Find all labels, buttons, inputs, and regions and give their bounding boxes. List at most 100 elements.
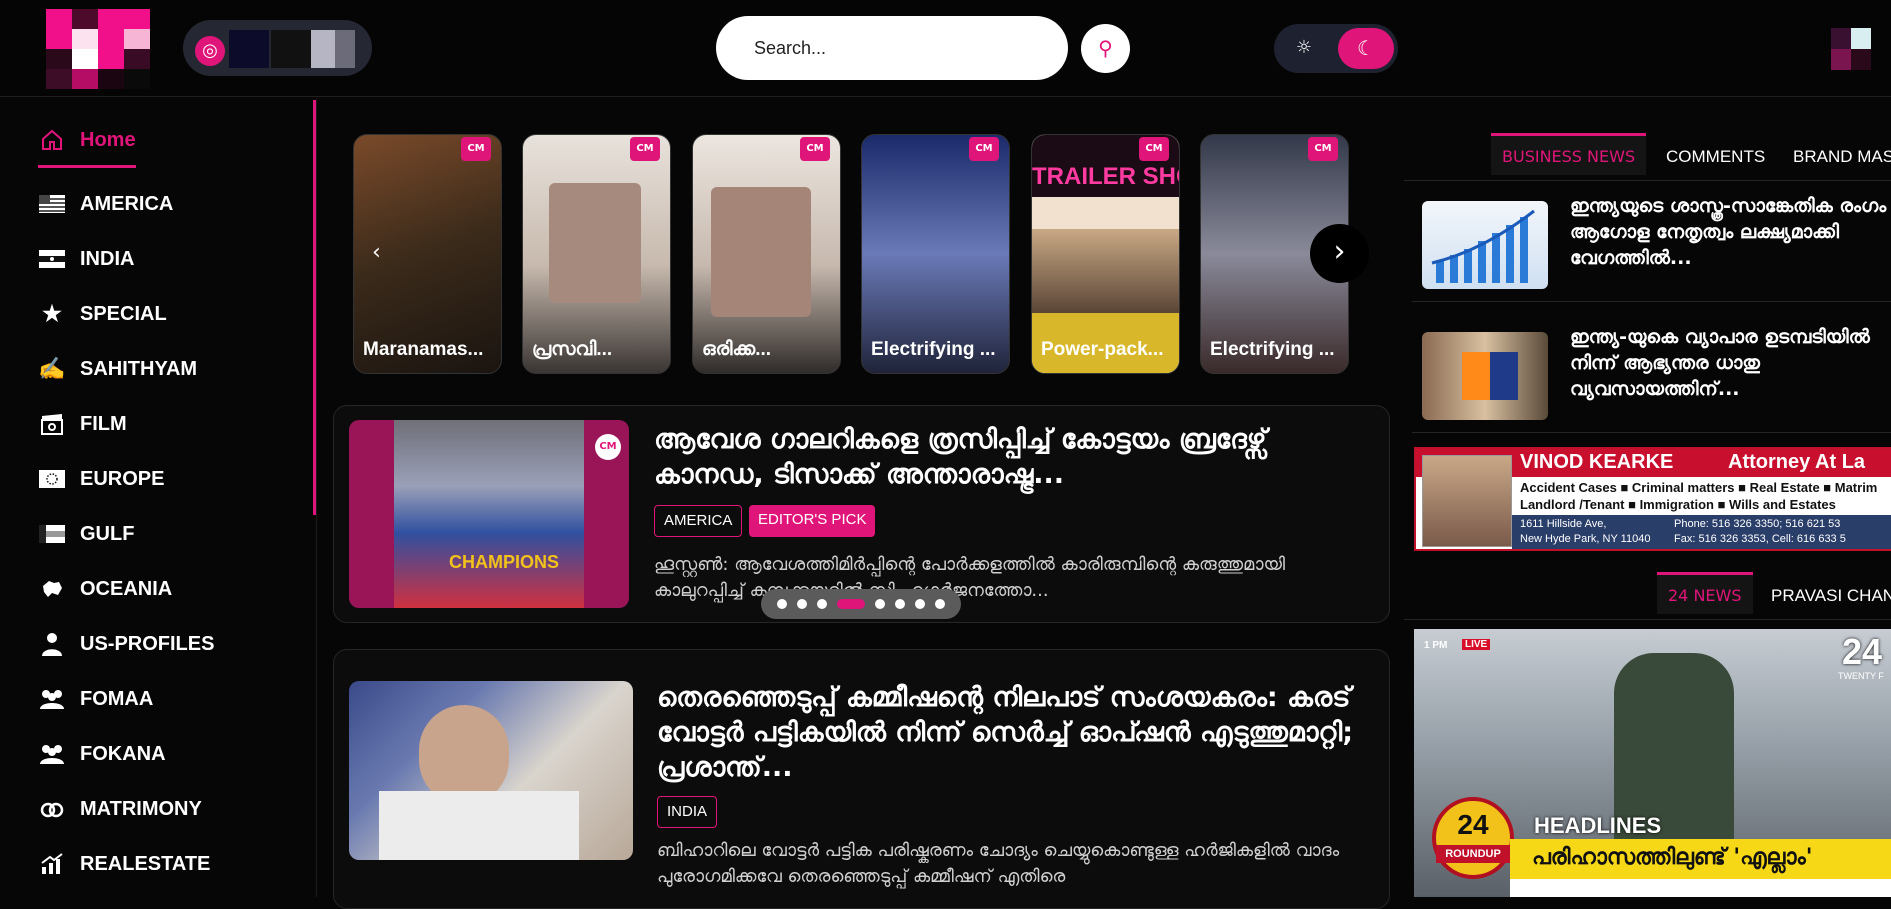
sidebar-item-india[interactable]: INDIA: [38, 244, 134, 274]
story-caption: പ്രസവി...: [532, 339, 613, 360]
cm-badge: CM: [969, 137, 999, 161]
sidebar-item-realestate[interactable]: REALESTATE: [38, 849, 210, 879]
article-thumbnail[interactable]: [349, 681, 633, 860]
sidebar-item-matrimony[interactable]: MATRIMONY: [38, 794, 202, 824]
rings-icon: [38, 796, 66, 822]
sidebar-item-label: SAHITHYAM: [80, 357, 198, 380]
live-video-player[interactable]: 1 PM LIVE 24 TWENTY F 24 ROUNDUP HEADLIN…: [1414, 629, 1891, 897]
roundup-label: ROUNDUP: [1436, 845, 1510, 863]
featured-thumbnail[interactable]: CHAMPIONS CM: [349, 420, 629, 608]
india-flag-icon: [38, 246, 66, 272]
business-item[interactable]: ഇന്ത്യയുടെ ശാസ്ത്ര-സാങ്കേതിക രംഗം ആഗോള ന…: [1412, 189, 1891, 302]
slider-pagination: [761, 589, 961, 619]
sidebar-item-fomaa[interactable]: FOMAA: [38, 684, 153, 714]
slider-dot[interactable]: [777, 599, 787, 609]
sidebar-item-label: EUROPE: [80, 467, 165, 490]
chart-growth-icon: [38, 851, 66, 877]
sidebar-item-home[interactable]: Home: [38, 125, 136, 155]
ad-address-line: New Hyde Park, NY 11040: [1520, 533, 1651, 545]
theme-toggle[interactable]: ☼ ☾: [1274, 24, 1398, 73]
search-input[interactable]: [716, 16, 1068, 80]
sidebar-item-america[interactable]: AMERICA: [38, 189, 173, 219]
tag-india[interactable]: INDIA: [657, 796, 718, 828]
slider-dot[interactable]: [895, 599, 905, 609]
search-button[interactable]: ⚲: [1081, 24, 1130, 73]
group-icon: [38, 741, 66, 767]
writing-icon: ✍: [38, 356, 66, 381]
cm-badge: CM: [595, 434, 621, 460]
sidebar-item-gulf[interactable]: GULF: [38, 519, 134, 549]
blurred-text: [311, 30, 335, 68]
slider-dot[interactable]: [935, 599, 945, 609]
sidebar-item-label: FILM: [80, 412, 127, 435]
story-card[interactable]: CM ഒരിക്ക...: [692, 134, 841, 374]
sidebar-item-film[interactable]: FILM: [38, 409, 127, 439]
sidebar-item-sahithyam[interactable]: ✍ SAHITHYAM: [38, 354, 197, 384]
story-card[interactable]: CM പ്രസവി...: [522, 134, 671, 374]
roundup-badge: 24 ROUNDUP: [1432, 797, 1514, 879]
chevron-right-icon[interactable]: ›: [1310, 224, 1369, 283]
ad-service: Accident Cases: [1520, 480, 1617, 495]
sidebar-border: [316, 98, 317, 897]
sidebar-item-label: FOKANA: [80, 742, 166, 765]
sidebar-item-label: US-PROFILES: [80, 632, 215, 655]
slider-dot-active[interactable]: [837, 599, 865, 609]
tab-comments[interactable]: COMMENTS: [1666, 136, 1765, 178]
slider-dot[interactable]: [915, 599, 925, 609]
article-headline[interactable]: തെരഞ്ഞെടുപ്പ് കമ്മീഷന്റെ നിലപാട് സംശയകരം…: [657, 680, 1357, 785]
tab-business-news[interactable]: BUSINESS NEWS: [1491, 133, 1647, 175]
business-thumbnail: [1422, 201, 1548, 289]
business-item[interactable]: ഇന്ത്യ-യുകെ വ്യാപാര ഉടമ്പടിയിൽ നിന്ന് ആഭ…: [1412, 320, 1891, 433]
site-logo[interactable]: [46, 9, 150, 89]
featured-headline[interactable]: ആവേശ ഗാലറികളെ ത്രസിപ്പിച്ച് കോട്ടയം ബ്രദ…: [654, 422, 1334, 492]
tag-editors-pick[interactable]: EDITOR'S PICK: [749, 505, 876, 537]
moon-icon[interactable]: ☾: [1338, 28, 1394, 69]
channel-subtitle: TWENTY F: [1838, 671, 1884, 681]
roundup-number: 24: [1457, 809, 1489, 840]
tabs-divider: [1404, 180, 1891, 181]
ad-name: VINOD KEARKE: [1520, 451, 1674, 473]
blurred-text: [229, 30, 269, 68]
story-card[interactable]: TRAILER SHOW CM Power-pack...: [1031, 134, 1180, 374]
chevron-left-icon[interactable]: ‹: [372, 240, 381, 265]
sidebar-item-label: INDIA: [80, 247, 135, 270]
ticker-text: പരിഹാസത്തിലുണ്ട് 'എല്ലാം': [1532, 845, 1813, 870]
person-photo: [419, 705, 509, 805]
slider-dot[interactable]: [797, 599, 807, 609]
tab-pravasi-chan[interactable]: PRAVASI CHAN: [1771, 575, 1891, 617]
slider-dot[interactable]: [817, 599, 827, 609]
sidebar-item-fokana[interactable]: FOKANA: [38, 739, 166, 769]
flag: [1490, 352, 1518, 400]
sidebar-item-special[interactable]: ★ SPECIAL: [38, 299, 167, 329]
language-selector[interactable]: ◎: [183, 20, 372, 76]
sidebar-item-us-profiles[interactable]: US-PROFILES: [38, 629, 214, 659]
sidebar-item-label: OCEANIA: [80, 577, 173, 600]
team-photo: [394, 420, 584, 608]
story-caption: ഒരിക്ക...: [702, 339, 772, 360]
slider-dot[interactable]: [875, 599, 885, 609]
ad-fax: Fax: 516 326 3353, Cell: 616 633 5: [1674, 533, 1846, 545]
ad-banner[interactable]: VINOD KEARKE Attorney At La Accident Cas…: [1414, 447, 1891, 551]
tag-america[interactable]: AMERICA: [654, 505, 743, 537]
globe-icon: ◎: [195, 36, 225, 66]
business-headline[interactable]: ഇന്ത്യ-യുകെ വ്യാപാര ഉടമ്പടിയിൽ നിന്ന് ആഭ…: [1570, 324, 1891, 402]
live-badge: LIVE: [1462, 639, 1491, 650]
ad-service: Wills and Estates: [1729, 497, 1836, 512]
business-thumbnail: [1422, 332, 1548, 420]
sun-icon[interactable]: ☼: [1288, 32, 1320, 64]
blurred-face: [549, 183, 641, 303]
sidebar-item-label: AMERICA: [80, 192, 174, 215]
us-flag-icon: [38, 191, 66, 217]
sidebar-item-oceania[interactable]: OCEANIA: [38, 574, 172, 604]
story-card[interactable]: CM Electrifying ...: [861, 134, 1010, 374]
ticker-bar: പരിഹാസത്തിലുണ്ട് 'എല്ലാം': [1510, 839, 1891, 879]
tab-24-news[interactable]: 24 NEWS: [1657, 572, 1753, 614]
stories-carousel: CM Maranamas... CM പ്രസവി... CM ഒരിക്ക..…: [353, 134, 1351, 374]
business-headline[interactable]: ഇന്ത്യയുടെ ശാസ്ത്ര-സാങ്കേതിക രംഗം ആഗോള ന…: [1570, 193, 1891, 271]
avatar[interactable]: [1831, 28, 1871, 70]
shirt: [379, 791, 579, 860]
ad-photo: [1422, 455, 1512, 547]
sidebar-item-europe[interactable]: EUROPE: [38, 464, 164, 494]
sidebar-item-label: FOMAA: [80, 687, 154, 710]
tab-brand-mas[interactable]: BRAND MAS: [1793, 136, 1891, 178]
